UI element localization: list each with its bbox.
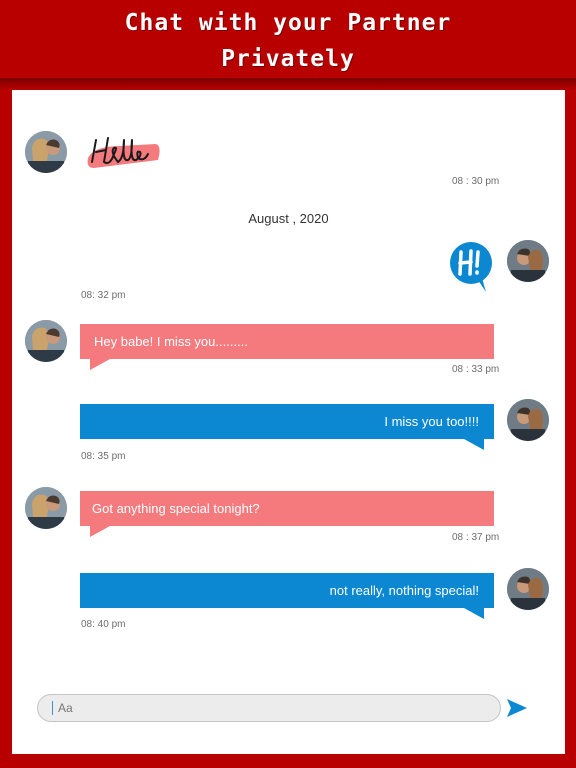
banner-shadow: [0, 78, 576, 90]
outgoing-message-bubble[interactable]: not really, nothing special!: [80, 573, 494, 619]
bubble-tail: [90, 526, 110, 537]
banner-title-line1: Chat with your Partner: [124, 10, 452, 36]
timestamp: 08: 40 pm: [81, 619, 126, 630]
timestamp: 08 : 30 pm: [452, 176, 500, 187]
bubble-tail: [464, 439, 484, 450]
bubble-tail: [90, 359, 110, 370]
timestamp: 08 : 33 pm: [452, 364, 500, 375]
incoming-message-bubble[interactable]: Hey babe! I miss you.........: [80, 324, 494, 370]
banner-title-line2: Privately: [221, 46, 355, 72]
partner-avatar[interactable]: [25, 487, 67, 529]
partner-avatar[interactable]: [25, 131, 67, 173]
message-text: not really, nothing special!: [329, 583, 479, 598]
partner-avatar[interactable]: [25, 320, 67, 362]
message-text: I miss you too!!!!: [384, 414, 479, 429]
bubble-tail: [464, 608, 484, 619]
message-text: Got anything special tonight?: [92, 501, 260, 516]
incoming-message-bubble[interactable]: Got anything special tonight?: [80, 491, 494, 537]
my-avatar[interactable]: [507, 399, 549, 441]
hi-speech-bubble-sticker: [450, 242, 492, 292]
message-input[interactable]: Aa: [37, 694, 501, 722]
timestamp: 08: 32 pm: [81, 290, 126, 301]
message-text: Hey babe! I miss you.........: [94, 334, 248, 349]
date-separator: August , 2020: [248, 211, 329, 226]
timestamp: 08 : 37 pm: [452, 532, 500, 543]
app-banner: Chat with your Partner Privately: [0, 0, 576, 80]
chat-panel: 08 : 30 pm August , 2020 08: 32 pm Hey b…: [12, 90, 565, 754]
message-input-placeholder: Aa: [58, 701, 73, 715]
timestamp: 08: 35 pm: [81, 451, 126, 462]
hello-sticker: [87, 137, 160, 168]
outgoing-message-bubble[interactable]: I miss you too!!!!: [80, 404, 494, 450]
my-avatar[interactable]: [507, 240, 549, 282]
send-icon[interactable]: [506, 698, 528, 718]
text-caret: [52, 701, 53, 715]
my-avatar[interactable]: [507, 568, 549, 610]
